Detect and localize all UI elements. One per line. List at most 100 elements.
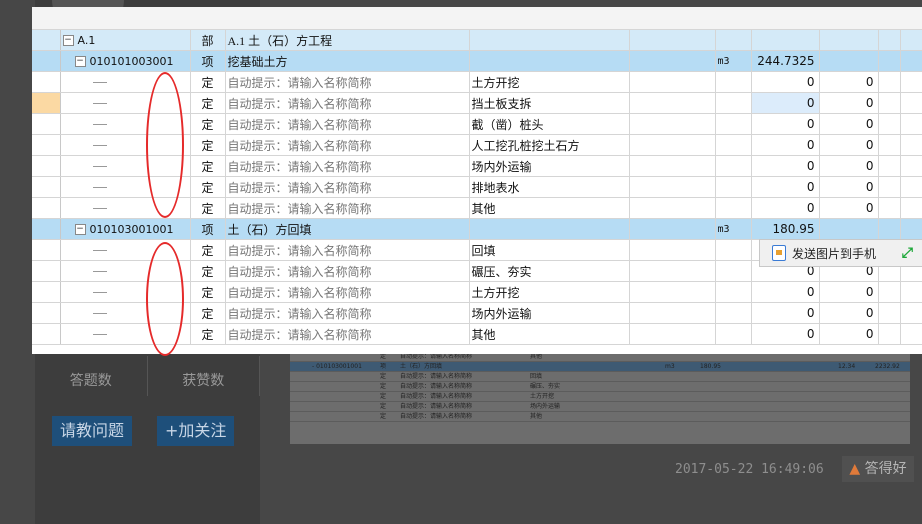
quota-name[interactable]: 挡土板支拆: [469, 92, 630, 114]
phone-image-icon: [772, 245, 786, 261]
attachment-thumbnail[interactable]: 定自动提示：请输入名称简称 其他 - 010103001001 项土（石）方回填 m3…: [290, 352, 910, 444]
answer-count-label: 答题数: [35, 356, 148, 396]
thumb-name: 碾压、夯实: [530, 383, 561, 390]
quota-value-2[interactable]: 0: [819, 134, 879, 156]
quota-hint[interactable]: 自动提示：请输入名称简称: [225, 134, 470, 156]
tree-connector: [92, 250, 107, 252]
quota-type: 定: [190, 302, 226, 324]
tree-connector: [92, 187, 107, 189]
collapse-icon[interactable]: −: [62, 35, 74, 46]
quota-value-2[interactable]: 0: [819, 176, 879, 198]
good-answer-button[interactable]: ▲ 答得好: [842, 456, 914, 482]
thumb-hint: 自动提示：请输入名称简称: [400, 383, 473, 390]
quota-hint[interactable]: 自动提示：请输入名称简称: [225, 113, 470, 135]
quota-value-2[interactable]: 0: [819, 113, 879, 135]
quota-value-2[interactable]: 0: [819, 92, 879, 114]
quota-value-1[interactable]: 0: [751, 176, 820, 198]
section-code: A.1: [77, 33, 96, 47]
item-name[interactable]: 挖基础土方: [225, 50, 470, 72]
quota-type: 定: [190, 260, 226, 282]
quota-hint[interactable]: 自动提示：请输入名称简称: [225, 302, 470, 324]
profile-stats: 答题数 获赞数: [35, 356, 260, 396]
quota-name[interactable]: 碾压、夯实: [469, 260, 630, 282]
item-unit[interactable]: m3: [715, 50, 752, 72]
quota-type: 定: [190, 281, 226, 303]
quota-name[interactable]: 排地表水: [469, 176, 630, 198]
quota-hint[interactable]: 自动提示：请输入名称简称: [225, 281, 470, 303]
quota-value-2[interactable]: 0: [819, 323, 879, 345]
item-quantity[interactable]: 180.95: [751, 218, 820, 240]
quota-value-2[interactable]: 0: [819, 281, 879, 303]
item-quantity[interactable]: 244.7325: [751, 50, 820, 72]
quota-name[interactable]: 土方开挖: [469, 281, 630, 303]
section-name: A.1 土（石）方工程: [225, 30, 470, 51]
send-to-phone-toolbar[interactable]: 发送图片到手机 ⤢: [759, 239, 922, 267]
tree-connector: [92, 334, 107, 336]
quota-value-1[interactable]: 0: [751, 197, 820, 219]
item-unit[interactable]: m3: [715, 218, 752, 240]
quota-type: 定: [190, 71, 226, 93]
quota-hint[interactable]: 自动提示：请输入名称简称: [225, 92, 470, 114]
quota-hint[interactable]: 自动提示：请输入名称简称: [225, 71, 470, 93]
quota-type: 定: [190, 113, 226, 135]
quota-value-2[interactable]: 0: [819, 302, 879, 324]
quota-value-1[interactable]: 0: [751, 113, 820, 135]
thumb-name: 回填: [530, 373, 543, 380]
quota-name[interactable]: 其他: [469, 197, 630, 219]
quota-name[interactable]: 截（凿）桩头: [469, 113, 630, 135]
thumb-type: 定: [380, 413, 387, 420]
quota-value-2[interactable]: 0: [819, 155, 879, 177]
quota-hint[interactable]: 自动提示：请输入名称简称: [225, 176, 470, 198]
thumb-qty: 180.95: [700, 363, 721, 370]
collapse-icon[interactable]: −: [74, 56, 86, 67]
quota-name[interactable]: 人工挖孔桩挖土石方: [469, 134, 630, 156]
quota-value-1[interactable]: 0: [751, 92, 820, 114]
thumb-hint: 自动提示：请输入名称简称: [400, 413, 473, 420]
bill-item-row[interactable]: −010103001001 项 土（石）方回填 m3 180.95: [32, 218, 922, 240]
quota-hint[interactable]: 自动提示：请输入名称简称: [225, 155, 470, 177]
quota-name[interactable]: 土方开挖: [469, 71, 630, 93]
item-code: 010101003001: [89, 54, 174, 68]
quota-value-1[interactable]: 0: [751, 155, 820, 177]
quota-value-1[interactable]: 0: [751, 323, 820, 345]
quota-name[interactable]: 回填: [469, 239, 630, 261]
thumb-type: 定: [380, 373, 387, 380]
quota-name[interactable]: 其他: [469, 323, 630, 345]
quota-value-2[interactable]: 0: [819, 197, 879, 219]
quota-name[interactable]: 场内外运输: [469, 155, 630, 177]
post-date: 2017-05-22 16:49:06: [675, 462, 824, 477]
thumb-type: 项: [380, 363, 387, 370]
quota-name[interactable]: 场内外运输: [469, 302, 630, 324]
tree-connector: [92, 208, 107, 210]
collapse-icon[interactable]: −: [74, 224, 86, 235]
thumb-name: 场内外运输: [530, 403, 561, 410]
item-type: 项: [190, 50, 226, 72]
quota-type: 定: [190, 176, 226, 198]
quota-hint[interactable]: 自动提示：请输入名称简称: [225, 323, 470, 345]
thumb-value-1: 12.34: [838, 363, 856, 370]
quota-value-1[interactable]: 0: [751, 71, 820, 93]
section-row[interactable]: − A.1 部 A.1 土（石）方工程: [32, 30, 922, 51]
quota-value-2[interactable]: 0: [819, 71, 879, 93]
tree-connector: [92, 82, 107, 84]
ask-question-button[interactable]: 请教问题: [52, 416, 133, 446]
item-code: 010103001001: [89, 222, 174, 236]
thumb-type: 定: [380, 383, 387, 390]
like-icon: ▲: [849, 461, 861, 477]
quota-value-1[interactable]: 0: [751, 281, 820, 303]
follow-button[interactable]: +加关注: [157, 416, 235, 446]
fullscreen-icon[interactable]: ⤢: [902, 245, 913, 261]
thumb-type: 定: [380, 403, 387, 410]
quota-type: 定: [190, 239, 226, 261]
bill-item-row[interactable]: −010101003001 项 挖基础土方 m3 244.7325: [32, 50, 922, 72]
grid-toolbar: [32, 7, 922, 30]
like-count-label: 获赞数: [148, 356, 260, 396]
quota-hint[interactable]: 自动提示：请输入名称简称: [225, 260, 470, 282]
item-name[interactable]: 土（石）方回填: [225, 218, 470, 240]
send-to-phone-button[interactable]: 发送图片到手机: [792, 245, 876, 262]
tree-connector: [92, 313, 107, 315]
quota-hint[interactable]: 自动提示：请输入名称简称: [225, 239, 470, 261]
quota-hint[interactable]: 自动提示：请输入名称简称: [225, 197, 470, 219]
quota-value-1[interactable]: 0: [751, 134, 820, 156]
quota-value-1[interactable]: 0: [751, 302, 820, 324]
